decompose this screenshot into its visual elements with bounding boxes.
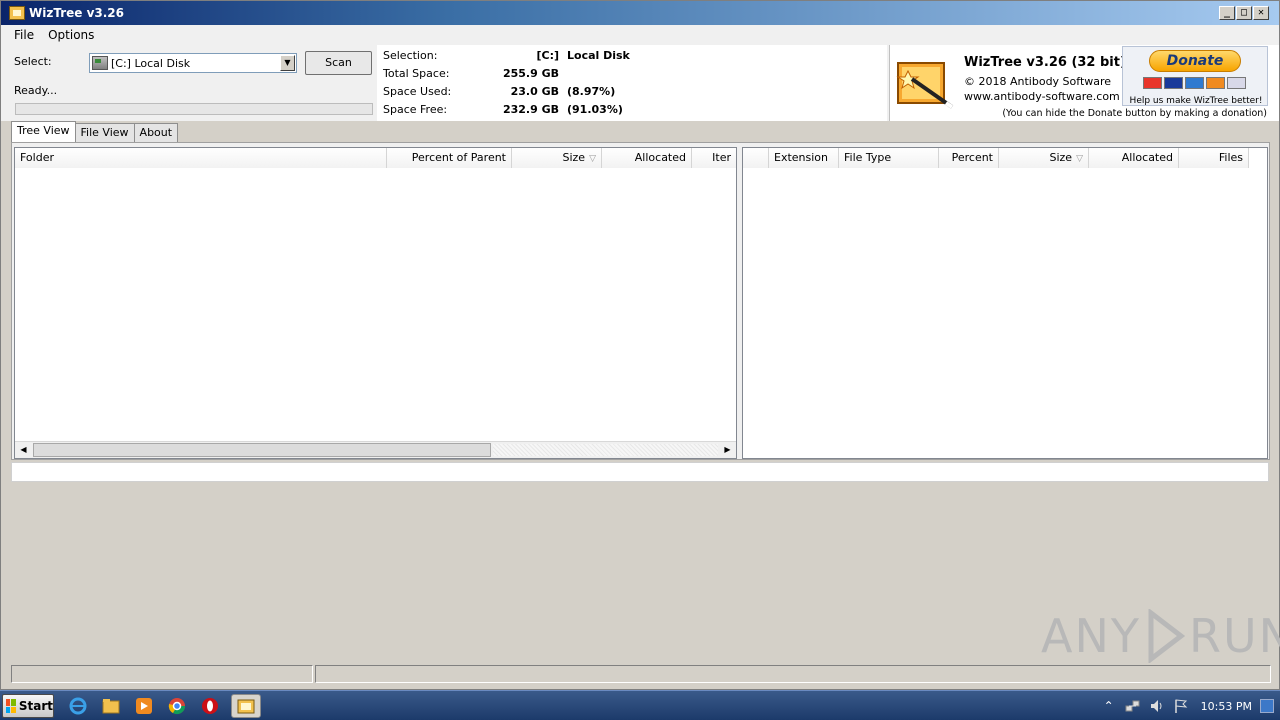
start-button[interactable]: Start: [2, 694, 54, 718]
wiztree-taskbar-icon[interactable]: [231, 694, 261, 718]
action-center-flag-icon[interactable]: [1173, 698, 1189, 714]
minimize-button[interactable]: _: [1219, 6, 1235, 20]
menu-bar: File Options: [1, 25, 1279, 45]
media-player-icon[interactable]: [132, 694, 156, 718]
space-free-row: Space Free: 232.9 GB (91.03%): [383, 103, 623, 116]
column-extension[interactable]: Extension: [769, 148, 839, 168]
title-bar[interactable]: WizTree v3.26 _ □ ✕: [1, 1, 1279, 25]
folder-list-header: Folder Percent of Parent Size ▽ Allocated…: [15, 148, 736, 168]
anyrun-watermark: ANY RUN: [1041, 609, 1280, 663]
space-used-value: 23.0 GB: [510, 85, 559, 98]
taskbar-clock[interactable]: 10:53 PM: [1201, 700, 1252, 713]
chevron-down-icon[interactable]: ▼: [280, 55, 295, 71]
wiztree-logo-icon: [896, 62, 954, 109]
wiztree-window: WizTree v3.26 _ □ ✕ File Options Select:…: [0, 0, 1280, 690]
explorer-icon[interactable]: [99, 694, 123, 718]
windows-logo-icon: [6, 699, 16, 713]
about-panel: WizTree v3.26 (32 bit) © 2018 Antibody S…: [889, 45, 1279, 121]
column-allocated[interactable]: Allocated: [602, 148, 692, 168]
maximize-button[interactable]: □: [1236, 6, 1252, 20]
scroll-left-icon[interactable]: ◀: [15, 442, 32, 458]
space-free-value: 232.9 GB: [502, 103, 559, 116]
select-label: Select:: [14, 55, 52, 68]
menu-options[interactable]: Options: [41, 28, 101, 42]
ie-icon[interactable]: [66, 694, 90, 718]
selection-row: Selection: [C:] Local Disk: [383, 49, 630, 62]
scrollbar-track[interactable]: [493, 444, 718, 456]
network-icon[interactable]: [1125, 698, 1141, 714]
visa-icon: [1164, 77, 1183, 89]
scan-button[interactable]: Scan: [305, 51, 372, 75]
drive-select-value: [C:] Local Disk: [111, 56, 191, 70]
folder-list[interactable]: Folder Percent of Parent Size ▽ Allocated…: [14, 147, 737, 459]
sort-down-icon: ▽: [589, 154, 596, 164]
sort-down-icon: ▽: [1076, 154, 1083, 164]
column-color[interactable]: [743, 148, 769, 168]
system-tray: ⌃ 10:53 PM: [1097, 691, 1280, 720]
wiztree-app-icon: [9, 6, 25, 20]
status-text: Ready...: [14, 84, 58, 97]
column-ext-size[interactable]: Size ▽: [999, 148, 1089, 168]
column-file-type[interactable]: File Type: [839, 148, 939, 168]
menu-file[interactable]: File: [7, 28, 41, 42]
selection-drive: [C:]: [536, 49, 559, 62]
scan-controls: Select: [C:] Local Disk ▼ Scan Ready...: [9, 45, 375, 121]
amex-icon: [1185, 77, 1204, 89]
column-files[interactable]: Files: [1179, 148, 1249, 168]
status-segment-right: [314, 665, 1271, 683]
space-used-percent: (8.97%): [567, 85, 616, 98]
mastercard-icon: [1143, 77, 1162, 89]
pinned-apps: [66, 694, 261, 718]
bank-icon: [1227, 77, 1246, 89]
copyright-text: © 2018 Antibody Software: [964, 75, 1112, 88]
column-percent[interactable]: Percent: [939, 148, 999, 168]
status-bar: [11, 665, 1271, 683]
taskbar: Start ⌃ 10:53 PM: [0, 690, 1280, 720]
extension-list-header: Extension File Type Percent Size ▽ Alloca…: [743, 148, 1249, 168]
treemap-area[interactable]: [11, 462, 1269, 482]
drive-select[interactable]: [C:] Local Disk ▼: [89, 53, 297, 73]
column-percent-of-parent[interactable]: Percent of Parent: [387, 148, 512, 168]
close-button[interactable]: ✕: [1253, 6, 1269, 20]
selection-info-panel: Selection: [C:] Local Disk Total Space: …: [377, 45, 887, 121]
total-space-row: Total Space: 255.9 GB: [383, 67, 559, 80]
tab-file-view[interactable]: File View: [74, 123, 135, 142]
drive-icon: [92, 56, 108, 70]
opera-icon[interactable]: [198, 694, 222, 718]
donate-help-text: Help us make WizTree better!: [1129, 96, 1263, 106]
show-desktop-icon[interactable]: [1260, 699, 1274, 713]
column-size[interactable]: Size ▽: [512, 148, 602, 168]
tree-view-panel: Folder Percent of Parent Size ▽ Allocated…: [11, 142, 1270, 460]
horizontal-scrollbar[interactable]: ◀ ▶: [15, 441, 736, 458]
space-used-row: Space Used: 23.0 GB (8.97%): [383, 85, 616, 98]
website-link[interactable]: www.antibody-software.com: [964, 90, 1120, 103]
app-name: WizTree v3.26 (32 bit): [964, 55, 1126, 70]
volume-icon[interactable]: [1149, 698, 1165, 714]
show-hidden-icons-icon[interactable]: ⌃: [1101, 698, 1117, 714]
scroll-right-icon[interactable]: ▶: [719, 442, 736, 458]
column-items[interactable]: Iter: [692, 148, 736, 168]
hide-donate-note: (You can hide the Donate button by makin…: [1002, 108, 1267, 119]
payment-cards: [1143, 77, 1246, 89]
scan-progress-bar: [15, 103, 373, 115]
scrollbar-thumb[interactable]: [33, 443, 491, 457]
discover-icon: [1206, 77, 1225, 89]
donate-button[interactable]: Donate: [1149, 50, 1241, 72]
total-space-value: 255.9 GB: [502, 67, 559, 80]
play-icon: [1148, 609, 1185, 663]
status-segment-left: [11, 665, 313, 683]
column-folder[interactable]: Folder: [15, 148, 387, 168]
selection-name: Local Disk: [567, 49, 630, 62]
column-ext-allocated[interactable]: Allocated: [1089, 148, 1179, 168]
space-free-percent: (91.03%): [567, 103, 623, 116]
donate-box: Donate Help us make WizTree better!: [1122, 46, 1268, 106]
window-title: WizTree v3.26: [29, 6, 125, 20]
tab-tree-view[interactable]: Tree View: [11, 121, 76, 142]
tab-about[interactable]: About: [133, 123, 179, 142]
chrome-icon[interactable]: [165, 694, 189, 718]
extension-list[interactable]: Extension File Type Percent Size ▽ Alloca…: [742, 147, 1268, 459]
view-tabs: Tree View File View About: [11, 121, 179, 142]
top-panel: Select: [C:] Local Disk ▼ Scan Ready... …: [1, 45, 1279, 121]
